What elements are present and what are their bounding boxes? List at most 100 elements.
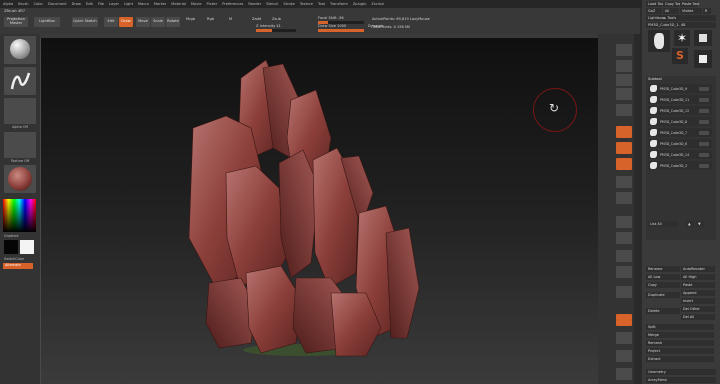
menu-brush[interactable]: Brush	[18, 2, 28, 6]
geometry-section[interactable]: Geometry	[646, 369, 716, 375]
simple-brush-icon[interactable]: ✶	[674, 30, 690, 46]
menu-stroke[interactable]: Stroke	[283, 2, 294, 6]
transp-button[interactable]	[616, 314, 632, 326]
alternate-button[interactable]: Alternate	[3, 263, 33, 269]
frame-button[interactable]	[616, 216, 632, 228]
menu-stencil[interactable]: Stencil	[266, 2, 278, 6]
move-view-button[interactable]	[616, 232, 632, 244]
r-button[interactable]: R	[703, 8, 711, 14]
rotate-view-button[interactable]	[616, 266, 632, 278]
cube-thumbnail[interactable]	[694, 50, 712, 68]
merge-button[interactable]: Merge	[646, 332, 714, 338]
arraymesh-section[interactable]: ArrayMesh	[646, 377, 716, 383]
alpha-selector[interactable]	[4, 98, 36, 124]
switch-color-button[interactable]: SwitchColor	[4, 257, 36, 261]
menu-light[interactable]: Light	[124, 2, 133, 6]
all-high-button[interactable]: All High	[681, 274, 715, 280]
menu-movie[interactable]: Movie	[191, 2, 202, 6]
menu-picker[interactable]: Picker	[207, 2, 218, 6]
persp-button[interactable]	[616, 126, 632, 138]
main-color-swatch[interactable]	[4, 240, 18, 254]
zadd-toggle[interactable]: Zadd	[252, 17, 261, 21]
zspheres-icon[interactable]: S	[672, 48, 688, 64]
texture-selector[interactable]	[4, 132, 36, 158]
polymesh-thumbnail[interactable]	[694, 30, 712, 46]
draw-size-slider[interactable]	[318, 29, 364, 32]
spix-button[interactable]	[616, 44, 632, 56]
del-all-button[interactable]: Del All	[681, 314, 715, 320]
menu-document[interactable]: Document	[48, 2, 67, 6]
subtool-item[interactable]: PM3D_Cube3D_12	[648, 106, 712, 115]
visible-button[interactable]: Visible	[680, 8, 702, 14]
polyframe-button[interactable]	[616, 286, 632, 298]
paste-subtool-button[interactable]: Paste	[681, 282, 715, 288]
menu-preferences[interactable]: Preferences	[222, 2, 243, 6]
subtool-item[interactable]: PM3D_Cube3D_9	[648, 84, 712, 93]
menu-texture[interactable]: Texture	[300, 2, 313, 6]
menu-transform[interactable]: Transform	[330, 2, 348, 6]
m-toggle[interactable]: M	[229, 17, 232, 21]
viewport-canvas[interactable]: ↻	[40, 38, 598, 384]
rotation-ring[interactable]: ↻	[533, 88, 577, 132]
project-button[interactable]: Project	[646, 348, 714, 354]
menu-layer[interactable]: Layer	[109, 2, 119, 6]
split-button[interactable]: Split	[646, 324, 714, 330]
duplicate-button[interactable]: Duplicate	[646, 292, 680, 298]
zoom-button[interactable]	[616, 74, 632, 86]
local-button[interactable]	[616, 158, 632, 170]
goz-button[interactable]: GoZ	[646, 8, 662, 14]
extract-button[interactable]: Extract	[646, 356, 714, 362]
menu-alpha[interactable]: Alpha	[3, 2, 13, 6]
rename-button[interactable]: Rename	[646, 266, 680, 272]
material-selector[interactable]	[4, 165, 36, 193]
load-tool-button[interactable]: Load Tool	[646, 1, 664, 7]
draw-button[interactable]: Draw	[119, 17, 133, 27]
menu-zplugin[interactable]: Zplugin	[353, 2, 367, 6]
scroll-button[interactable]	[616, 60, 632, 72]
tool-thumbnail-rock[interactable]	[648, 30, 670, 52]
quick-sketch-button[interactable]: Quick Sketch	[72, 17, 98, 27]
lsym-button[interactable]	[616, 176, 632, 188]
subtool-item[interactable]: PM3D_Cube3D_11	[648, 95, 712, 104]
menu-color[interactable]: Color	[34, 2, 43, 6]
lightbox-tools-button[interactable]: Lightbox► Tools	[646, 15, 716, 21]
insert-button[interactable]: Insert	[681, 298, 715, 304]
rgb-toggle[interactable]: Rgb	[207, 17, 214, 21]
remesh-button[interactable]: Remesh	[646, 340, 714, 346]
solo-button[interactable]	[616, 350, 632, 362]
mrgb-toggle[interactable]: Mrgb	[186, 17, 195, 21]
menu-zscript[interactable]: Zscript	[371, 2, 383, 6]
ghost-button[interactable]	[616, 332, 632, 344]
copy-subtool-button[interactable]: Copy	[646, 282, 680, 288]
rotate-button[interactable]: Rotate	[166, 17, 180, 27]
move-button[interactable]: Move	[136, 17, 150, 27]
floor-button[interactable]	[616, 142, 632, 154]
scale-view-button[interactable]	[616, 250, 632, 262]
lightbox-button[interactable]: LightBox	[34, 17, 60, 27]
edit-button[interactable]: Edit	[104, 17, 118, 27]
scale-button[interactable]: Scale	[151, 17, 165, 27]
menu-file[interactable]: File	[98, 2, 104, 6]
move-up-icon[interactable]: ▲	[686, 221, 694, 227]
menu-draw[interactable]: Draw	[72, 2, 81, 6]
delete-button[interactable]: Delete	[646, 308, 680, 314]
color-picker[interactable]	[3, 199, 36, 232]
all-button[interactable]: All	[663, 8, 679, 14]
menu-edit[interactable]: Edit	[86, 2, 93, 6]
zsub-toggle[interactable]: Zsub	[272, 17, 281, 21]
auto-reorder-button[interactable]: AutoReorder	[681, 266, 715, 272]
subtool-item[interactable]: PM3D_Cube3D_3	[648, 161, 712, 170]
xyz-button[interactable]	[616, 192, 632, 204]
current-tool-name[interactable]: PM3D_Cube3D_1. 48	[646, 22, 716, 28]
z-intensity-slider[interactable]	[256, 29, 296, 32]
menu-tool[interactable]: Tool	[318, 2, 325, 6]
move-down-icon[interactable]: ▼	[696, 221, 704, 227]
actual-button[interactable]	[616, 88, 632, 100]
subtool-item[interactable]: PM3D_Cube3D_14	[648, 150, 712, 159]
subtool-item[interactable]: PM3D_Cube3D_7	[648, 128, 712, 137]
copy-tool-button[interactable]: Copy Tool	[663, 1, 682, 7]
all-low-button[interactable]: All Low	[646, 274, 680, 280]
menu-marker[interactable]: Marker	[154, 2, 166, 6]
menu-material[interactable]: Material	[171, 2, 186, 6]
xpose-button[interactable]	[616, 368, 632, 380]
